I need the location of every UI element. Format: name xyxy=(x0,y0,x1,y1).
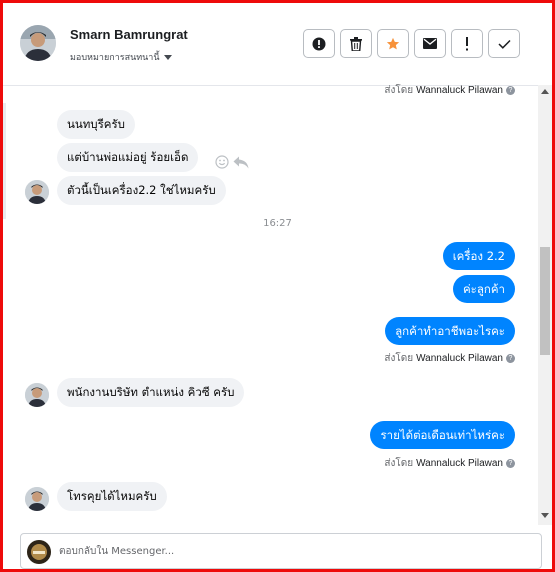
contact-avatar[interactable] xyxy=(20,25,56,61)
contact-avatar-small[interactable] xyxy=(25,487,49,511)
react-emoji-icon[interactable] xyxy=(215,155,229,169)
agent-name: Wannaluck Pilawan xyxy=(416,458,503,469)
assign-label: มอบหมายการสนทนานี้ xyxy=(70,53,160,63)
reply-icon[interactable] xyxy=(233,156,249,169)
scroll-up-arrow-icon[interactable] xyxy=(541,89,549,94)
reply-input[interactable] xyxy=(59,543,519,559)
message-bubble-outgoing[interactable]: ลูกค้าทำอาชีพอะไรคะ xyxy=(385,317,515,345)
message-bubble-incoming[interactable]: ตัวนี้เป็นเครื่อง2.2 ใช่ไหมครับ xyxy=(57,176,226,205)
thread-scrollbar[interactable] xyxy=(538,85,552,525)
spam-button[interactable] xyxy=(451,29,483,58)
help-icon[interactable]: ? xyxy=(506,86,515,95)
alert-button[interactable] xyxy=(303,29,335,58)
page-avatar xyxy=(27,540,51,564)
conversation-header: Smarn Bamrungrat มอบหมายการสนทนานี้ xyxy=(3,3,552,86)
sent-by-label: ส่งโดย Wannaluck Pilawan ? xyxy=(384,83,515,98)
contact-avatar-small[interactable] xyxy=(25,180,49,204)
message-timestamp: 16:27 xyxy=(263,218,292,229)
exclamation-icon xyxy=(466,36,468,50)
conversation-toolbar xyxy=(303,29,520,58)
check-icon xyxy=(497,39,511,49)
help-icon[interactable]: ? xyxy=(506,459,515,468)
scroll-down-arrow-icon[interactable] xyxy=(541,513,549,518)
caret-down-icon xyxy=(163,54,172,60)
email-button[interactable] xyxy=(414,29,446,58)
sent-by-label: ส่งโดย Wannaluck Pilawan ? xyxy=(384,456,515,471)
contact-name[interactable]: Smarn Bamrungrat xyxy=(70,27,188,42)
agent-name: Wannaluck Pilawan xyxy=(416,353,503,364)
sent-by-label: ส่งโดย Wannaluck Pilawan ? xyxy=(384,351,515,366)
alert-circle-icon xyxy=(312,37,326,50)
messenger-panel: Smarn Bamrungrat มอบหมายการสนทนานี้ ส่งโ… xyxy=(0,0,555,572)
envelope-icon xyxy=(423,38,437,49)
contact-avatar-small[interactable] xyxy=(25,383,49,407)
message-bubble-outgoing[interactable]: เครื่อง 2.2 xyxy=(442,242,515,270)
agent-name: Wannaluck Pilawan xyxy=(416,85,503,96)
left-edge-divider xyxy=(3,103,6,219)
delete-button[interactable] xyxy=(340,29,372,58)
message-bubble-incoming[interactable]: แต่บ้านพ่อแม่อยู่ ร้อยเอ็ด xyxy=(57,143,199,172)
message-bubble-outgoing[interactable]: ค่ะลูกค้า xyxy=(452,275,515,303)
star-button[interactable] xyxy=(377,29,409,58)
message-bubble-incoming[interactable]: โทรคุยได้ไหมครับ xyxy=(57,482,167,511)
assign-conversation-dropdown[interactable]: มอบหมายการสนทนานี้ xyxy=(70,50,172,64)
help-icon[interactable]: ? xyxy=(506,354,515,363)
trash-icon xyxy=(350,36,362,51)
message-actions xyxy=(215,155,249,169)
star-icon xyxy=(386,37,400,49)
message-bubble-incoming[interactable]: นนทบุรีครับ xyxy=(57,110,135,139)
scrollbar-thumb[interactable] xyxy=(540,247,550,355)
message-bubble-outgoing[interactable]: รายได้ต่อเดือนเท่าไหร่คะ xyxy=(370,421,515,449)
reply-composer xyxy=(20,533,542,569)
message-bubble-incoming[interactable]: พนักงานบริษัท ตำแหน่ง คิวซี ครับ xyxy=(57,378,245,407)
done-button[interactable] xyxy=(488,29,520,58)
